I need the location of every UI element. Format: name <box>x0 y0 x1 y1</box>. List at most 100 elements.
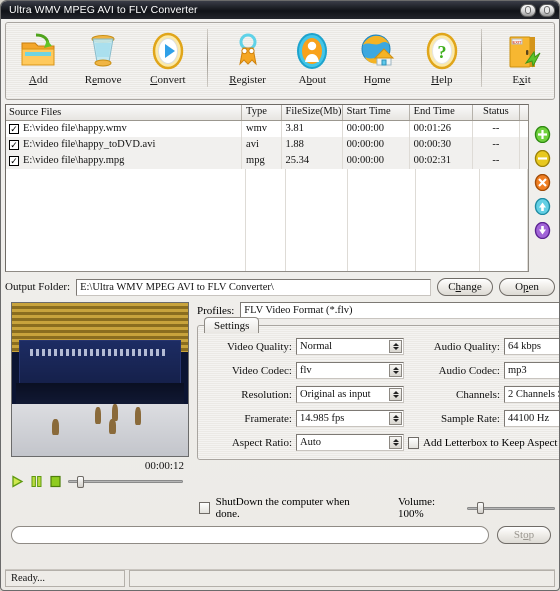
seek-thumb[interactable] <box>77 475 85 488</box>
framerate-select[interactable]: 14.985 fps <box>296 410 404 427</box>
status-bar: Ready... <box>5 569 555 587</box>
row-checkbox[interactable]: ✓ <box>9 156 19 166</box>
cell-size: 3.81 <box>282 121 343 137</box>
progress-bar <box>11 526 489 544</box>
toolbar-button-remove[interactable]: Remove <box>71 23 136 86</box>
shutdown-checkbox[interactable] <box>199 502 210 514</box>
cell-type: wmv <box>242 121 282 137</box>
window-title: Ultra WMV MPEG AVI to FLV Converter <box>9 4 198 16</box>
cell-filler <box>520 153 528 169</box>
preview-figure <box>135 407 142 426</box>
toolbar-button-exit[interactable]: EXIT Exit <box>489 23 554 86</box>
stop-conversion-button[interactable]: St o p <box>497 526 551 544</box>
label-resolution: Resolution: <box>241 388 292 401</box>
cell-start: 00:00:00 <box>343 137 410 153</box>
column-header-size[interactable]: FileSize(Mb) <box>282 105 343 120</box>
add-folder-icon <box>18 28 58 73</box>
audio-codec-select[interactable]: mp3 <box>504 362 559 379</box>
seek-track <box>68 480 183 483</box>
window-controls <box>520 3 555 17</box>
audio-quality-select[interactable]: 64 kbps <box>504 338 559 355</box>
preview-figure <box>52 419 60 436</box>
column-header-source[interactable]: Source Files <box>6 105 243 120</box>
status-left: Ready... <box>5 570 125 587</box>
table-row[interactable]: ✓ E:\video file\happy.wmv wmv 3.81 00:00… <box>6 121 528 137</box>
cell-status: -- <box>473 137 520 153</box>
aspect-ratio-spinner-icon[interactable] <box>389 436 402 449</box>
toolbar-button-convert[interactable]: Convert <box>136 23 201 86</box>
toolbar-button-home[interactable]: Home <box>345 23 410 86</box>
video-preview[interactable] <box>11 302 189 457</box>
table-header-row: Source Files Type FileSize(Mb) Start Tim… <box>6 105 528 121</box>
change-folder-button[interactable]: Ch ange <box>437 278 493 296</box>
column-header-start[interactable]: Start Time <box>343 105 410 120</box>
toolbar-label-remove: Remove <box>84 74 122 86</box>
preview-timecode: 00:00:12 <box>144 460 184 472</box>
question-oval-icon: ? <box>422 28 462 73</box>
trash-icon <box>83 28 123 73</box>
resolution-select[interactable]: Original as input <box>296 386 404 403</box>
toolbar-label-convert: Convert <box>150 74 186 86</box>
open-folder-button[interactable]: Op en <box>499 278 555 296</box>
exit-door-icon: EXIT <box>502 28 542 73</box>
aspect-ratio-select[interactable]: Auto <box>296 434 404 451</box>
letterbox-checkbox[interactable] <box>408 436 419 449</box>
cell-start: 00:00:00 <box>343 153 410 169</box>
settings-tab[interactable]: Settings <box>204 317 260 333</box>
volume-thumb[interactable] <box>477 502 485 514</box>
letterbox-row: Add Letterbox to Keep Aspect <box>408 436 559 449</box>
profiles-select[interactable]: FLV Video Format (*.flv) <box>240 302 559 319</box>
video-quality-spinner-icon[interactable] <box>389 340 402 353</box>
move-down-icon[interactable] <box>534 221 551 240</box>
move-up-icon[interactable] <box>534 197 551 216</box>
output-folder-label: Output Folder: <box>5 281 71 293</box>
column-header-end[interactable]: End Time <box>410 105 473 120</box>
table-row[interactable]: ✓ E:\video file\happy_toDVD.avi avi 1.88… <box>6 137 528 153</box>
close-button[interactable] <box>539 3 555 17</box>
cell-source-text: E:\video file\happy_toDVD.avi <box>23 139 156 150</box>
label-channels: Channels: <box>456 388 500 401</box>
toolbar-button-add[interactable]: Add <box>6 23 71 86</box>
svg-text:EXIT: EXIT <box>512 39 521 44</box>
volume-label: Volume: 100% <box>397 496 436 520</box>
minimize-icon <box>525 6 531 14</box>
column-header-type[interactable]: Type <box>242 105 282 120</box>
table-row[interactable]: ✓ E:\video file\happy.mpg mpg 25.34 00:0… <box>6 153 528 169</box>
add-file-icon[interactable] <box>534 125 551 144</box>
cell-type: avi <box>242 137 282 153</box>
video-codec-spinner-icon[interactable] <box>389 364 402 377</box>
settings-groupbox: Settings Video Quality: Normal Audio Qua… <box>197 317 559 460</box>
toolbar-button-register[interactable]: Register <box>215 23 280 86</box>
toolbar-button-about[interactable]: About <box>280 23 345 86</box>
clear-all-icon[interactable] <box>534 173 551 192</box>
sample-rate-select[interactable]: 44100 Hz <box>504 410 559 427</box>
minimize-button[interactable] <box>520 3 536 17</box>
column-header-status[interactable]: Status <box>473 105 520 120</box>
pause-button[interactable] <box>30 475 43 488</box>
seek-slider[interactable] <box>68 475 183 488</box>
toolbar-label-exit: Exit <box>512 74 531 86</box>
volume-slider[interactable] <box>466 502 555 514</box>
shutdown-label: ShutDown the computer when done. <box>215 496 350 520</box>
cell-filler <box>520 121 528 137</box>
file-list-table[interactable]: Source Files Type FileSize(Mb) Start Tim… <box>5 104 529 272</box>
video-quality-select[interactable]: Normal <box>296 338 404 355</box>
cell-filler <box>520 137 528 153</box>
column-header-filler <box>520 105 528 120</box>
cell-source-text: E:\video file\happy.mpg <box>23 155 125 166</box>
table-empty-area[interactable] <box>6 169 528 271</box>
settings-panel: Profiles: FLV Video Format (*.flv) Setti… <box>189 302 559 488</box>
video-codec-select[interactable]: flv <box>296 362 404 379</box>
output-folder-input[interactable]: E:\Ultra WMV MPEG AVI to FLV Converter\ <box>76 278 431 296</box>
framerate-spinner-icon[interactable] <box>389 412 402 425</box>
row-checkbox[interactable]: ✓ <box>9 140 19 150</box>
remove-file-icon[interactable] <box>534 149 551 168</box>
stop-button[interactable] <box>49 475 62 488</box>
cell-size: 1.88 <box>282 137 343 153</box>
resolution-spinner-icon[interactable] <box>389 388 402 401</box>
row-checkbox[interactable]: ✓ <box>9 124 19 134</box>
title-bar: Ultra WMV MPEG AVI to FLV Converter <box>1 1 559 19</box>
play-button[interactable] <box>11 475 24 488</box>
channels-select[interactable]: 2 Channels Stereo <box>504 386 559 403</box>
toolbar-button-help[interactable]: ? Help <box>409 23 474 86</box>
